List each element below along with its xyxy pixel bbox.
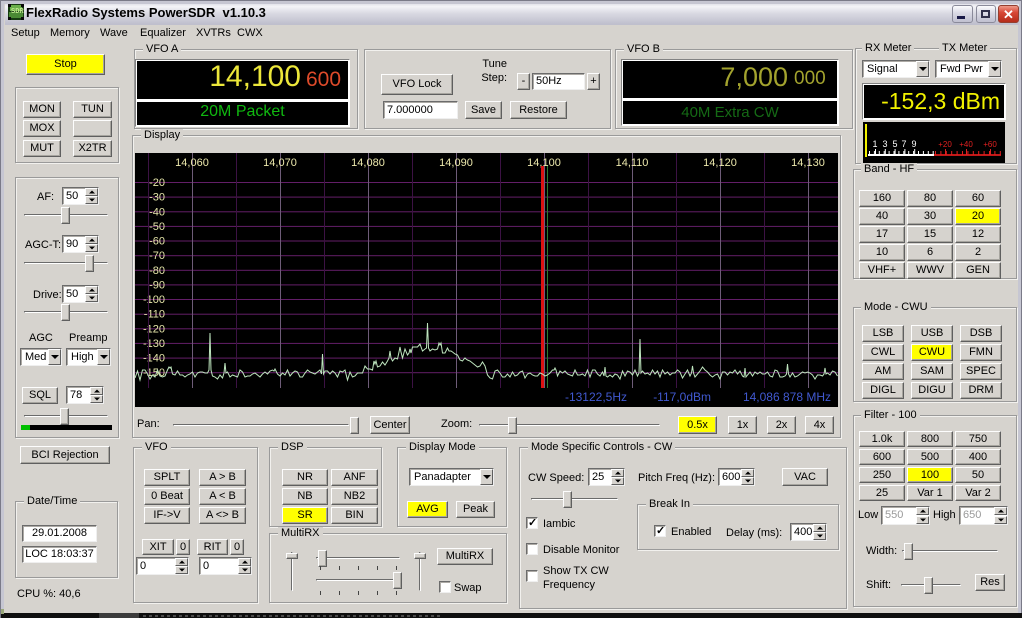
svg-text:-110: -110 (144, 309, 165, 321)
svg-text:-80: -80 (149, 265, 165, 277)
svg-text:+40: +40 (959, 140, 973, 149)
svg-text:14,060: 14,060 (175, 157, 209, 169)
svg-text:14,090: 14,090 (439, 157, 473, 169)
svg-text:3: 3 (882, 139, 887, 149)
svg-text:-30: -30 (149, 192, 165, 204)
svg-text:-60: -60 (149, 236, 165, 248)
svg-text:-50: -50 (149, 221, 165, 233)
svg-text:14,110: 14,110 (616, 157, 649, 169)
svg-text:14,120: 14,120 (703, 157, 737, 169)
svg-text:14,070: 14,070 (263, 157, 297, 169)
svg-text:-130: -130 (143, 338, 165, 350)
svg-text:-90: -90 (149, 279, 165, 291)
svg-text:+60: +60 (983, 140, 997, 149)
svg-text:7: 7 (901, 139, 906, 149)
svg-text:9: 9 (911, 139, 916, 149)
svg-text:1: 1 (872, 139, 877, 149)
svg-text:14,130: 14,130 (791, 157, 825, 169)
svg-text:-150: -150 (143, 367, 165, 379)
svg-text:-120: -120 (143, 323, 165, 335)
svg-text:-140: -140 (143, 353, 165, 365)
svg-text:-100: -100 (143, 294, 165, 306)
svg-text:+20: +20 (938, 140, 952, 149)
svg-text:-70: -70 (149, 250, 165, 262)
svg-text:-20: -20 (149, 177, 165, 189)
svg-text:-40: -40 (149, 206, 165, 218)
svg-text:14,080: 14,080 (351, 157, 385, 169)
svg-text:5: 5 (892, 139, 897, 149)
